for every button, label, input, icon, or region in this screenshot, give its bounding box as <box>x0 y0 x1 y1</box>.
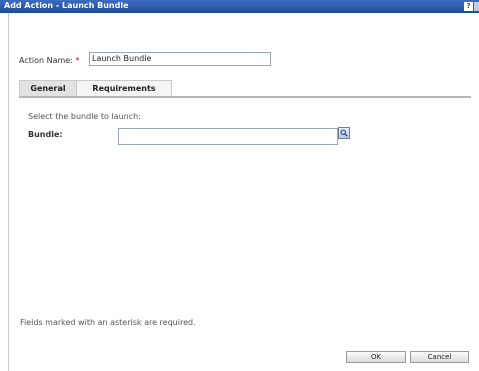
title-bar: Add Action - Launch Bundle ? <box>0 0 479 13</box>
tab-general[interactable]: General <box>19 80 77 97</box>
bundle-hint: Select the bundle to launch: <box>28 112 141 121</box>
cancel-button[interactable]: Cancel <box>410 351 469 363</box>
required-fields-note: Fields marked with an asterisk are requi… <box>20 318 196 327</box>
close-icon[interactable] <box>474 2 479 11</box>
required-asterisk: * <box>75 56 80 65</box>
tab-requirements[interactable]: Requirements <box>76 80 172 97</box>
dialog-left-border <box>8 13 9 371</box>
tab-divider <box>19 96 471 98</box>
bundle-label: Bundle: <box>28 130 63 139</box>
bundle-input[interactable] <box>118 128 338 145</box>
action-name-label: Action Name: * <box>19 56 80 65</box>
window-title: Add Action - Launch Bundle <box>4 1 129 10</box>
help-icon[interactable]: ? <box>464 2 473 11</box>
search-icon[interactable] <box>338 127 350 139</box>
action-name-input[interactable] <box>89 52 271 66</box>
ok-button[interactable]: OK <box>346 351 406 363</box>
